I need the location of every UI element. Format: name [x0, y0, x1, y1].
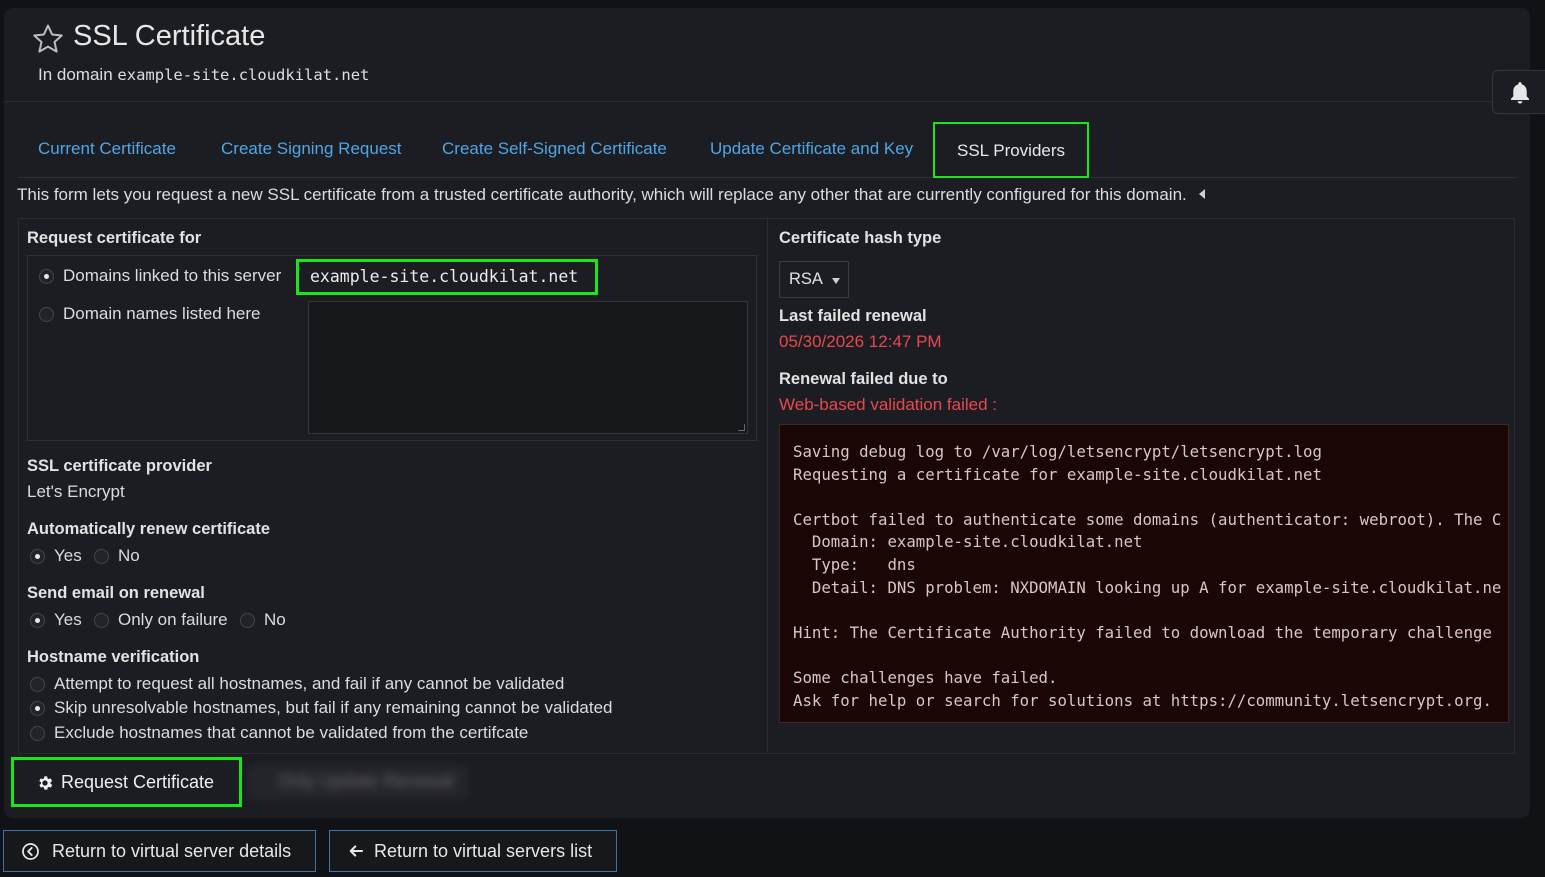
page-title: SSL Certificate	[73, 20, 266, 52]
page-header: SSL Certificate In domain example-site.c…	[4, 8, 1530, 102]
email-failure-label: Only on failure	[118, 610, 228, 629]
bell-icon	[1511, 82, 1529, 104]
hash-type-select[interactable]: RSA	[779, 261, 849, 298]
tab-update-certificate[interactable]: Update Certificate and Key	[710, 139, 913, 159]
radio-email-failure[interactable]	[94, 613, 109, 628]
failed-due-label: Renewal failed due to	[779, 370, 948, 388]
favorite-star-icon[interactable]	[30, 22, 66, 56]
circle-arrow-left-icon	[22, 843, 39, 860]
subtitle-domain: example-site.cloudkilat.net	[117, 66, 370, 84]
tab-bar: Current Certificate Create Signing Reque…	[18, 114, 1516, 178]
linked-domain-value: example-site.cloudkilat.net	[296, 259, 598, 295]
hostname-label: Hostname verification	[27, 648, 200, 666]
hash-type-label: Certificate hash type	[779, 229, 942, 247]
hash-type-value: RSA	[789, 270, 823, 288]
radio-domains-linked[interactable]	[39, 269, 54, 284]
tab-create-signing-request[interactable]: Create Signing Request	[221, 139, 402, 159]
failed-due-reason: Web-based validation failed :	[779, 395, 997, 414]
column-divider	[767, 219, 768, 754]
radio-auto-renew-yes[interactable]	[30, 549, 45, 564]
page-subtitle: In domain example-site.cloudkilat.net	[38, 65, 369, 85]
tab-current-certificate[interactable]: Current Certificate	[38, 139, 176, 159]
request-certificate-label: Request Certificate	[61, 772, 215, 792]
return-servers-list-label: Return to virtual servers list	[374, 841, 593, 861]
email-no-label: No	[264, 610, 286, 629]
auto-renew-no-label: No	[118, 546, 140, 565]
request-certificate-button[interactable]: Request Certificate	[11, 757, 242, 807]
main-panel: SSL Certificate In domain example-site.c…	[4, 8, 1530, 818]
notifications-button[interactable]	[1492, 70, 1545, 114]
auto-renew-label: Automatically renew certificate	[27, 520, 271, 538]
hostname-option-skip: Skip unresolvable hostnames, but fail if…	[54, 698, 613, 717]
dropdown-arrow-icon	[832, 278, 840, 284]
hostname-option-attempt: Attempt to request all hostnames, and fa…	[54, 674, 565, 693]
description-text: This form lets you request a new SSL cer…	[17, 185, 1187, 204]
form-description: This form lets you request a new SSL cer…	[17, 185, 1206, 205]
subtitle-prefix: In domain	[38, 65, 113, 84]
radio-email-no[interactable]	[240, 613, 255, 628]
radio-hostname-skip[interactable]	[30, 701, 45, 716]
provider-label: SSL certificate provider	[27, 457, 212, 475]
only-update-renewal-label: Only Update Renewal	[278, 771, 454, 791]
radio-domains-listed[interactable]	[39, 307, 54, 322]
option-domains-linked: Domains linked to this server	[63, 266, 282, 285]
return-servers-list-button[interactable]: Return to virtual servers list	[329, 830, 617, 872]
arrow-left-icon	[349, 845, 364, 857]
request-for-box: Domains linked to this server example-si…	[27, 255, 757, 441]
last-failed-label: Last failed renewal	[779, 307, 927, 325]
radio-email-yes[interactable]	[30, 613, 45, 628]
email-yes-label: Yes	[54, 610, 82, 629]
option-domains-listed: Domain names listed here	[63, 304, 261, 323]
hostname-option-exclude: Exclude hostnames that cannot be validat…	[54, 723, 529, 742]
radio-auto-renew-no[interactable]	[94, 549, 109, 564]
request-for-label: Request certificate for	[27, 229, 202, 247]
gear-icon	[39, 776, 53, 790]
tab-ssl-providers[interactable]: SSL Providers	[933, 122, 1090, 178]
request-form: Request certificate for Domains linked t…	[18, 218, 1515, 754]
tab-create-self-signed[interactable]: Create Self-Signed Certificate	[442, 139, 667, 159]
domain-names-textarea[interactable]	[308, 301, 748, 434]
collapse-caret-icon[interactable]	[1199, 189, 1206, 199]
only-update-renewal-button[interactable]: Only Update Renewal	[248, 757, 543, 807]
error-log: Saving debug log to /var/log/letsencrypt…	[779, 424, 1509, 723]
return-server-details-button[interactable]: Return to virtual server details	[3, 830, 316, 872]
return-server-details-label: Return to virtual server details	[52, 841, 292, 861]
provider-value: Let's Encrypt	[27, 482, 125, 501]
radio-hostname-attempt[interactable]	[30, 677, 45, 692]
auto-renew-yes-label: Yes	[54, 546, 82, 565]
radio-hostname-exclude[interactable]	[30, 726, 45, 741]
email-label: Send email on renewal	[27, 584, 205, 602]
error-log-text: Saving debug log to /var/log/letsencrypt…	[793, 442, 1502, 710]
last-failed-value: 05/30/2026 12:47 PM	[779, 332, 942, 351]
